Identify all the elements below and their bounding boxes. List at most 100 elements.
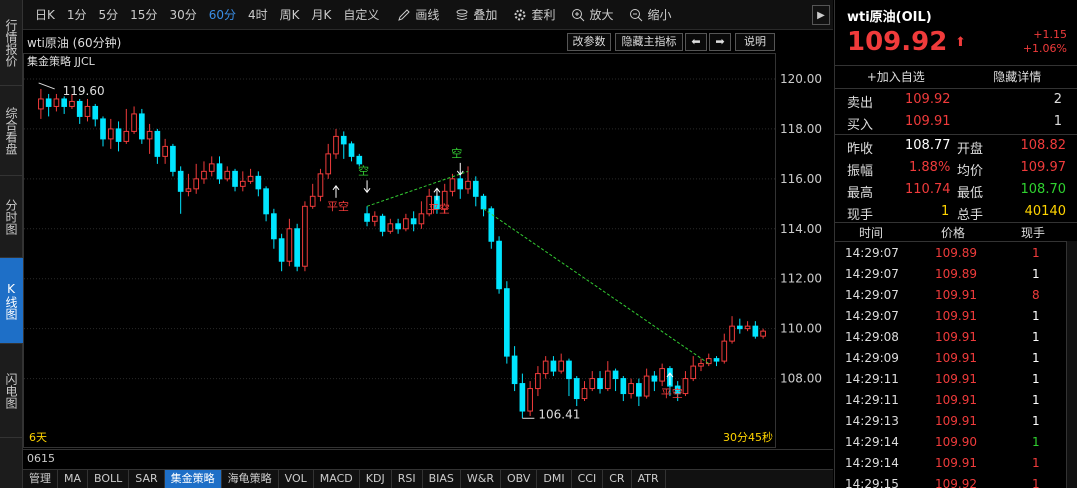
candle-body [146,130,153,140]
indicator-tab-10[interactable]: BIAS [423,470,461,488]
period-9[interactable]: 自定义 [337,0,385,30]
tick-volume: 1 [1032,477,1040,488]
signal-line [483,208,710,365]
candle-body [729,325,735,342]
help-button[interactable]: 说明 [735,33,775,51]
side-tab-2[interactable]: 分时图 [0,176,23,258]
indicator-tab-7[interactable]: MACD [314,470,360,488]
candle-body [760,330,766,337]
period-7[interactable]: 周K [274,0,306,30]
tick-price: 109.89 [935,246,977,260]
indicator-tab-12[interactable]: OBV [501,470,538,488]
tool-1[interactable]: 叠加 [447,0,505,30]
indicator-tab-1[interactable]: MA [58,470,89,488]
candle-body [519,383,526,412]
indicator-tab-16[interactable]: ATR [632,470,666,488]
tick-time: 14:29:07 [845,246,899,260]
candle-body [542,360,549,375]
candle-body [348,143,355,157]
candle-body [333,135,339,155]
candle-body [736,325,743,330]
candle-body [162,145,168,157]
tick-row: 14:29:07 109.91 8 [835,285,1077,306]
candle-body [356,155,363,165]
tick-price: 109.91 [935,288,977,302]
change-value: +1.15 [1033,28,1067,41]
candle-body [263,188,269,215]
period-1[interactable]: 1分 [61,0,93,30]
scroll-right-button[interactable]: ➡ [709,33,731,51]
quote-panel: wti原油(OIL) 109.92 ⬆ +1.15 +1.06% +加入自选 隐… [834,0,1077,488]
side-tab-0[interactable]: 行情报价 [0,0,23,86]
change-percent: +1.06% [1022,42,1067,55]
candle-body [208,163,215,172]
ticks-scrollbar[interactable] [1066,241,1077,488]
tool-0[interactable]: 画线 [389,0,447,30]
period-5[interactable]: 60分 [203,0,242,30]
y-tick-label: 112.00 [780,272,822,286]
side-tab-4[interactable]: 闪电图 [0,344,23,438]
indicator-tab-2[interactable]: BOLL [88,470,130,488]
hide-detail-button[interactable]: 隐藏详情 [957,66,1077,88]
indicator-tab-0[interactable]: 管理 [23,470,58,488]
side-tab-3[interactable]: K线图 [0,258,23,344]
period-2[interactable]: 5分 [93,0,125,30]
hide-main-indicator-button[interactable]: 隐藏主指标 [615,33,683,51]
indicator-tab-13[interactable]: DMI [537,470,572,488]
indicator-tab-5[interactable]: 海龟策略 [222,470,279,488]
tick-volume: 1 [1032,309,1040,323]
tick-volume: 1 [1032,414,1040,428]
tool-3[interactable]: 放大 [563,0,621,30]
gear-icon [514,9,526,20]
candle-body [698,363,704,367]
indicator-tab-9[interactable]: RSI [392,470,423,488]
tick-price: 109.91 [935,393,977,407]
indicator-tab-6[interactable]: VOL [279,470,314,488]
kline-chart[interactable]: 120.00 118.00 116.00 114.00 112.00 110.00 108.… [23,53,833,448]
indicator-tab-4[interactable]: 集金策略 [164,470,222,488]
tick-price: 109.91 [935,351,977,365]
signal-label: 平空 [327,199,349,213]
candle-body [744,325,751,330]
indicator-tab-8[interactable]: KDJ [360,470,392,488]
indicator-tab-11[interactable]: W&R [461,470,501,488]
tick-time: 14:29:14 [845,456,899,470]
period-8[interactable]: 月K [306,0,338,30]
scroll-left-button[interactable]: ⬅ [685,33,707,51]
tick-volume: 1 [1032,330,1040,344]
candle-body [193,178,200,190]
period-toolbar: 日K 1分 5分 15分 30分 60分 4时 周K 月K 自定义 画线 叠加 套利 放大 缩小 ▶ [23,0,833,30]
candle-body [216,163,223,180]
signal-label: 平空 [428,201,450,215]
tool-2[interactable]: 套利 [505,0,563,30]
up-arrow-icon: ⬆ [955,35,966,50]
tick-time: 14:29:15 [845,477,899,488]
indicator-strip: 0615 [23,449,833,468]
period-6[interactable]: 4时 [242,0,274,30]
y-tick-label: 116.00 [780,172,822,186]
period-3[interactable]: 15分 [124,0,163,30]
candle-body [100,118,106,140]
tick-time: 14:29:07 [845,288,899,302]
indicator-tab-15[interactable]: CR [603,470,632,488]
tick-volume: 1 [1032,372,1040,386]
period-4[interactable]: 30分 [163,0,202,30]
toolbar-expand-button[interactable]: ▶ [812,5,830,25]
indicator-tab-14[interactable]: CCI [572,470,604,488]
tick-row: 14:29:13 109.91 1 [835,411,1077,432]
tool-4[interactable]: 缩小 [621,0,679,30]
signal-label: 平空 [661,386,683,400]
add-watchlist-button[interactable]: +加入自选 [835,66,957,88]
candle-body [581,388,588,400]
indicator-tab-3[interactable]: SAR [129,470,165,488]
change-params-button[interactable]: 改参数 [567,33,611,51]
candle-body [185,188,192,192]
period-0[interactable]: 日K [29,0,61,30]
y-tick-label: 120.00 [780,72,822,86]
candle-body [628,383,634,395]
candle-body [170,145,176,172]
side-tab-1[interactable]: 综合看盘 [0,86,23,176]
candle-body [294,228,300,267]
tick-row: 14:29:07 109.89 1 [835,243,1077,264]
stats-row-1: 昨收 108.77 开盘 108.82 [847,138,1066,157]
